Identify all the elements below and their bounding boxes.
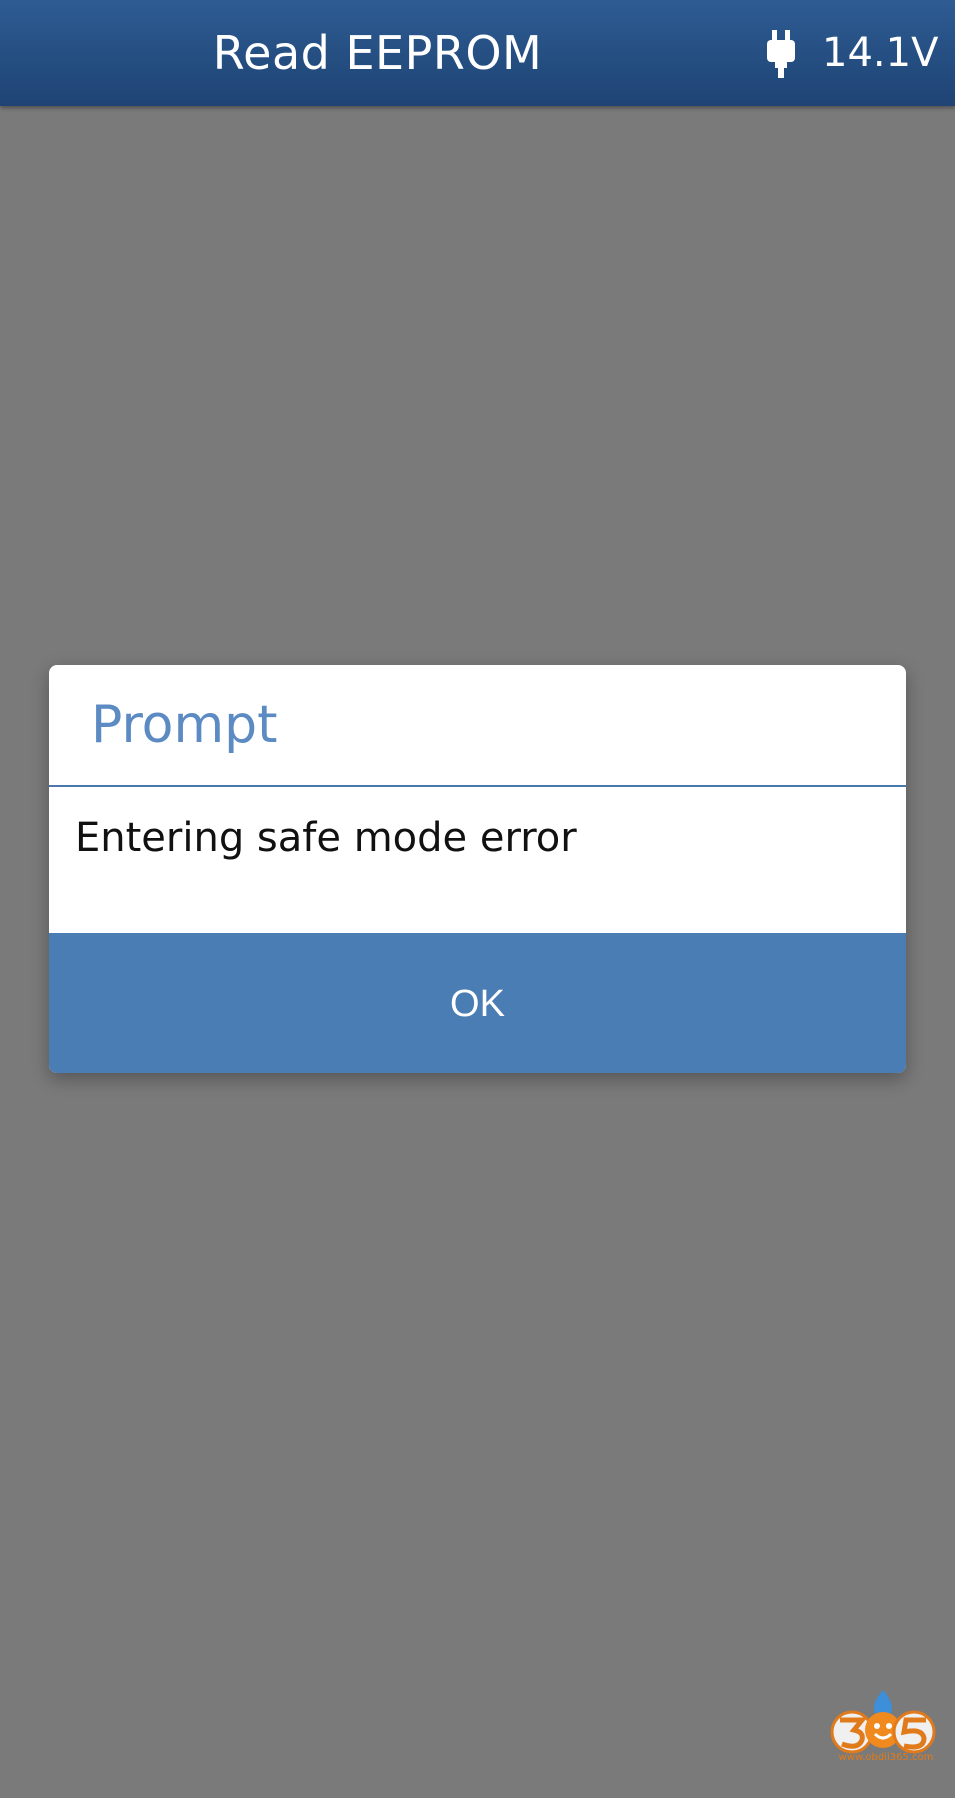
dialog-title: Prompt: [91, 695, 278, 755]
plug-icon: [767, 30, 795, 78]
watermark-url: www.obdii365.com: [838, 1752, 934, 1763]
screen: Read EEPROM 14.1V Prompt Entering safe m…: [0, 0, 955, 1798]
dialog-divider: [49, 785, 906, 787]
page-title: Read EEPROM: [212, 26, 543, 80]
dialog-message: Entering safe mode error: [75, 815, 577, 861]
voltage-readout: 14.1V: [822, 30, 939, 76]
prompt-dialog: Prompt Entering safe mode error OK: [49, 665, 906, 1073]
top-bar: Read EEPROM 14.1V: [0, 0, 955, 106]
ok-button[interactable]: OK: [49, 933, 906, 1073]
